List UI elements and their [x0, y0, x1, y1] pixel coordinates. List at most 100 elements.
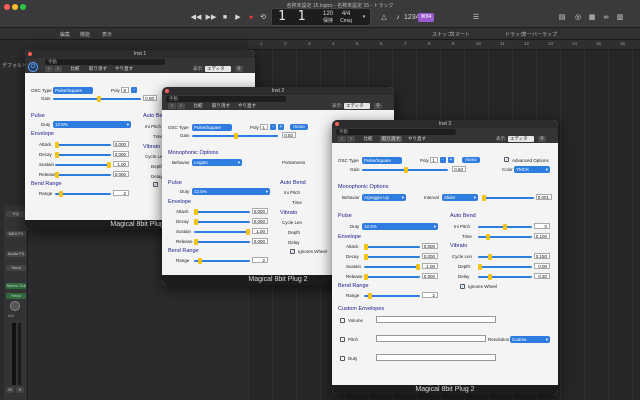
prev-preset-button[interactable]: ‹	[168, 103, 176, 109]
view-select[interactable]: エディタ	[508, 136, 534, 142]
range-value[interactable]: 2	[252, 257, 268, 263]
osc-type-select[interactable]: Pulse/Square	[192, 124, 232, 131]
drag-select[interactable]: オーバーラップ	[522, 31, 557, 38]
preset-select[interactable]: 手動	[336, 129, 456, 135]
poly-decrement[interactable]: -	[440, 157, 446, 163]
duty-select[interactable]: 12.5% ▾	[53, 121, 131, 128]
tempo-value[interactable]: 120	[322, 11, 334, 17]
compare-button[interactable]: 比較	[67, 66, 83, 72]
next-preset-button[interactable]: ›	[54, 66, 62, 72]
tuner-icon[interactable]: ♪	[392, 13, 404, 22]
advanced-options-checkbox[interactable]: ✓	[504, 157, 509, 162]
sustain-value[interactable]: 1.00	[113, 161, 129, 167]
pitch-env-input[interactable]	[376, 335, 486, 342]
midi-fx-slot[interactable]: MIDI FX	[6, 231, 26, 237]
prev-preset-button[interactable]: ‹	[338, 136, 346, 142]
ini-pitch-slider[interactable]	[478, 224, 532, 230]
duty-select[interactable]: 12.5% ▾	[192, 188, 270, 195]
delay-value[interactable]: 0.30	[534, 273, 550, 279]
release-value[interactable]: 0.000	[113, 171, 129, 177]
time-signature[interactable]: 4/4	[340, 11, 352, 17]
cycle-icon[interactable]: ⟲	[257, 13, 269, 22]
release-value[interactable]: 0.000	[252, 238, 268, 244]
view-select[interactable]: エディタ	[205, 66, 231, 72]
mono-button[interactable]: mono	[462, 157, 480, 163]
audio-fx-slot[interactable]: Audio FX	[6, 251, 26, 257]
zoom-window-button[interactable]	[20, 4, 26, 10]
library-icon[interactable]: ▥	[614, 13, 626, 22]
browser-icon[interactable]: ▦	[586, 13, 598, 22]
eq-slot[interactable]: EQ	[6, 211, 26, 217]
link-icon[interactable]: ⚲	[235, 66, 243, 72]
stop-icon[interactable]: ■	[219, 13, 231, 22]
undo-button[interactable]: 取り消す	[210, 103, 232, 109]
range-slider[interactable]	[194, 258, 250, 264]
send-slot[interactable]: Send	[6, 265, 26, 271]
poly-increment[interactable]: +	[278, 124, 284, 130]
poly-decrement[interactable]: -	[131, 87, 137, 93]
power-icon[interactable]: ⏻	[28, 62, 38, 72]
redo-button[interactable]: やり直す	[236, 103, 258, 109]
solo-button[interactable]: S	[16, 387, 24, 393]
release-value[interactable]: 0.000	[422, 273, 438, 279]
range-value[interactable]: 2	[113, 190, 129, 196]
release-slider[interactable]	[364, 274, 420, 280]
compare-button[interactable]: 比較	[360, 136, 376, 142]
link-icon[interactable]: ⚲	[374, 103, 382, 109]
duty-env-checkbox[interactable]	[340, 356, 345, 361]
decay-value[interactable]: 0.000	[113, 151, 129, 157]
gain-slider[interactable]	[53, 96, 141, 102]
notepad-icon[interactable]: ▤	[556, 13, 568, 22]
resolution-select[interactable]: Coarse ▾	[510, 336, 550, 343]
prev-preset-button[interactable]: ‹	[45, 66, 53, 72]
volume-env-input[interactable]	[376, 316, 496, 323]
ignores-wheel-checkbox[interactable]: ✓	[460, 284, 465, 289]
minimize-window-button[interactable]	[12, 4, 18, 10]
preset-select[interactable]: 手動	[45, 59, 165, 65]
sustain-value[interactable]: 1.00	[252, 228, 268, 234]
range-slider[interactable]	[55, 191, 111, 197]
count-in-icon[interactable]: 1234	[404, 13, 420, 22]
behavior-select[interactable]: Legato ▾	[192, 159, 242, 166]
gain-value[interactable]: 0.50	[143, 95, 157, 101]
attack-slider[interactable]	[194, 209, 250, 215]
rewind-icon[interactable]: ◀◀	[190, 13, 202, 22]
release-slider[interactable]	[55, 172, 111, 178]
pitch-env-checkbox[interactable]	[340, 337, 345, 342]
key-signature[interactable]: Cmaj	[338, 18, 354, 24]
gain-slider[interactable]	[362, 167, 448, 173]
close-window-button[interactable]	[4, 4, 10, 10]
decay-value[interactable]: 0.000	[252, 218, 268, 224]
duty-env-input[interactable]	[376, 354, 496, 361]
attack-value[interactable]: 0.000	[252, 208, 268, 214]
attack-slider[interactable]	[364, 244, 420, 250]
undo-button[interactable]: 取り消す	[87, 66, 109, 72]
gain-value[interactable]: 0.50	[452, 166, 466, 172]
behavior-select[interactable]: Arpeggio Up ▾	[362, 194, 406, 201]
compare-button[interactable]: 比較	[190, 103, 206, 109]
mono-button[interactable]: mono	[290, 124, 308, 130]
loops-icon[interactable]: ∞	[600, 13, 612, 22]
view-select[interactable]: エディタ	[344, 103, 370, 109]
time-slider[interactable]	[478, 234, 532, 240]
decay-value[interactable]: 0.000	[422, 253, 438, 259]
poly-decrement[interactable]: -	[270, 124, 276, 130]
close-plugin-button[interactable]	[165, 89, 169, 93]
range-value[interactable]: 2	[422, 292, 438, 298]
link-icon[interactable]: ⚲	[538, 136, 546, 142]
close-plugin-button[interactable]	[28, 52, 32, 56]
sustain-slider[interactable]	[55, 162, 111, 168]
undo-button[interactable]: 取り消す	[380, 136, 402, 142]
release-slider[interactable]	[194, 239, 250, 245]
poly-value[interactable]: 1	[260, 124, 268, 130]
osc-type-select[interactable]: Pulse/Square	[53, 87, 93, 94]
forward-icon[interactable]: ▶▶	[205, 13, 217, 22]
snap-select[interactable]: スマート	[450, 31, 470, 38]
metronome-icon[interactable]: △	[378, 13, 390, 22]
preset-select[interactable]: 手動	[166, 96, 286, 102]
volume-fader[interactable]	[12, 323, 16, 385]
ignores-wheel-checkbox[interactable]: ✓	[153, 182, 158, 187]
stereo-out-slot[interactable]: Stereo Out	[6, 283, 26, 289]
duty-select[interactable]: 12.5% ▾	[362, 223, 438, 230]
close-plugin-button[interactable]	[335, 122, 339, 126]
